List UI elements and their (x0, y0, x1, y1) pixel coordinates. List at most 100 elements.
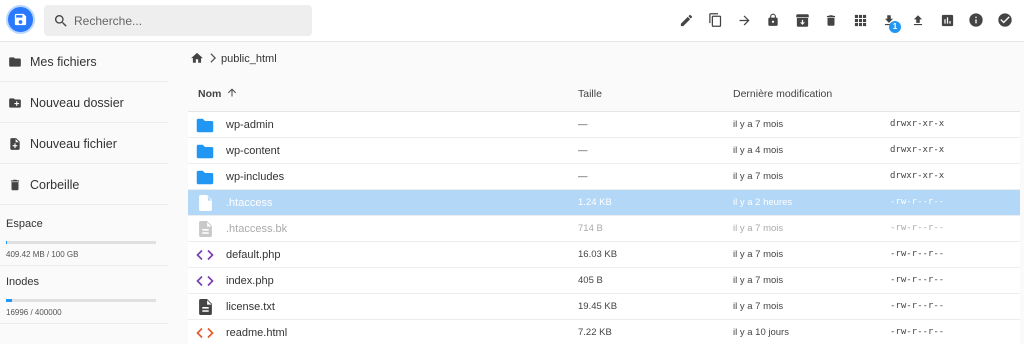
select-check-icon[interactable] (996, 11, 1014, 29)
sidebar-item-label: Nouveau fichier (30, 136, 117, 151)
info-icon[interactable] (967, 11, 985, 29)
file-size: 16.03 KB (578, 249, 618, 260)
file-row[interactable]: wp-content — il y a 4 mois drwxr-xr-x (188, 138, 1020, 164)
file-permissions: -rw-r--r-- (890, 223, 945, 233)
code-file-icon (196, 247, 214, 263)
file-size: 405 B (578, 275, 603, 286)
sidebar-item-label: Nouveau dossier (30, 95, 124, 110)
home-icon[interactable] (190, 51, 204, 67)
sidebar-item-trash[interactable]: Corbeille (0, 165, 168, 205)
code-file-icon (196, 273, 214, 289)
info-chart-icon[interactable] (938, 11, 956, 29)
sidebar-item-my-files[interactable]: Mes fichiers (0, 42, 168, 82)
file-modified: il y a 7 mois (733, 301, 784, 312)
upload-icon[interactable] (909, 11, 927, 29)
file-permissions: -rw-r--r-- (890, 275, 945, 285)
search-icon (53, 13, 69, 29)
file-size: 7.22 KB (578, 327, 612, 338)
file-modified: il y a 10 jours (733, 327, 789, 338)
file-row[interactable]: .htaccess 1.24 KB il y a 2 heures -rw-r--r-… (188, 190, 1020, 216)
breadcrumb: public_html (190, 51, 277, 67)
file-size: 1.24 KB (578, 197, 612, 208)
inodes-progress-bar (6, 299, 156, 302)
file-permissions: drwxr-xr-x (890, 145, 945, 155)
file-size: 19.45 KB (578, 301, 618, 312)
file-size: — (578, 119, 588, 130)
file-permissions: -rw-r--r-- (890, 327, 945, 337)
sidebar-item-new-folder[interactable]: Nouveau dossier (0, 83, 168, 123)
file-size: 714 B (578, 223, 603, 234)
file-row[interactable]: wp-includes — il y a 7 mois drwxr-xr-x (188, 164, 1020, 190)
download-count-badge: 1 (889, 21, 901, 33)
sidebar-item-new-file[interactable]: Nouveau fichier (0, 124, 168, 164)
space-progress-bar (6, 241, 156, 244)
new-folder-icon (8, 96, 22, 110)
space-value: 409.42 MB / 100 GB (6, 250, 79, 259)
sort-ascending-icon[interactable] (226, 86, 238, 102)
html-file-icon (196, 325, 214, 341)
file-name: license.txt (226, 301, 275, 313)
file-modified: il y a 7 mois (733, 223, 784, 234)
file-row[interactable]: readme.html 7.22 KB il y a 10 jours -rw-r--… (188, 320, 1020, 344)
column-header-row: Nom Taille Dernière modification (188, 78, 1020, 112)
text-file-icon (196, 299, 214, 315)
file-name: .htaccess.bk (226, 223, 288, 235)
grid-view-icon[interactable] (851, 11, 869, 29)
sidebar-item-label: Corbeille (30, 177, 80, 192)
inodes-value: 16996 / 400000 (6, 308, 62, 317)
search-input[interactable] (74, 13, 294, 28)
file-name: wp-admin (226, 119, 274, 131)
file-row[interactable]: license.txt 19.45 KB il y a 7 mois -rw-r--r… (188, 294, 1020, 320)
file-name: wp-content (226, 145, 280, 157)
file-icon (196, 195, 214, 211)
file-modified: il y a 7 mois (733, 249, 784, 260)
archive-icon[interactable] (793, 11, 811, 29)
space-title: Espace (6, 218, 43, 230)
file-name: .htaccess (226, 197, 273, 209)
file-modified: il y a 2 heures (733, 197, 793, 208)
top-bar: 1 (0, 0, 1024, 42)
folder-icon (196, 117, 214, 133)
search-box[interactable] (44, 5, 312, 36)
sidebar: Mes fichiers Nouveau dossier Nouveau fic… (0, 42, 168, 344)
inodes-title: Inodes (6, 276, 40, 288)
file-size: — (578, 145, 588, 156)
file-permissions: -rw-r--r-- (890, 249, 945, 259)
file-icon (196, 221, 214, 237)
file-modified: il y a 4 mois (733, 145, 784, 156)
file-row[interactable]: .htaccess.bk 714 B il y a 7 mois -rw-r--r-- (188, 216, 1020, 242)
file-permissions: drwxr-xr-x (890, 119, 945, 129)
file-modified: il y a 7 mois (733, 275, 784, 286)
column-header-size[interactable]: Taille (578, 88, 602, 100)
folder-icon (8, 55, 22, 69)
download-icon[interactable]: 1 (880, 11, 901, 33)
file-modified: il y a 7 mois (733, 119, 784, 130)
file-size: — (578, 171, 588, 182)
copy-icon[interactable] (706, 11, 724, 29)
chevron-right-icon (209, 52, 217, 66)
trash-icon (8, 178, 22, 192)
edit-icon[interactable] (677, 11, 695, 29)
lock-icon[interactable] (764, 11, 782, 29)
move-icon[interactable] (735, 11, 753, 29)
sidebar-item-label: Mes fichiers (30, 54, 97, 69)
delete-icon[interactable] (822, 11, 840, 29)
file-name: readme.html (226, 327, 288, 339)
file-row[interactable]: index.php 405 B il y a 7 mois -rw-r--r-- (188, 268, 1020, 294)
file-permissions: -rw-r--r-- (890, 197, 945, 207)
file-row[interactable]: default.php 16.03 KB il y a 7 mois -rw-r--r… (188, 242, 1020, 268)
file-listing: public_html Nom Taille Dernière modifica… (168, 42, 1024, 344)
file-name: wp-includes (226, 171, 285, 183)
column-header-modified[interactable]: Dernière modification (733, 88, 832, 100)
app-logo-icon[interactable] (6, 5, 35, 34)
new-file-icon (8, 137, 22, 151)
file-permissions: drwxr-xr-x (890, 171, 945, 181)
folder-icon (196, 143, 214, 159)
column-header-name[interactable]: Nom (198, 88, 221, 100)
file-row[interactable]: wp-admin — il y a 7 mois drwxr-xr-x (188, 112, 1020, 138)
breadcrumb-path[interactable]: public_html (221, 53, 277, 65)
file-name: default.php (226, 249, 281, 261)
file-modified: il y a 7 mois (733, 171, 784, 182)
folder-icon (196, 169, 214, 185)
file-name: index.php (226, 275, 274, 287)
